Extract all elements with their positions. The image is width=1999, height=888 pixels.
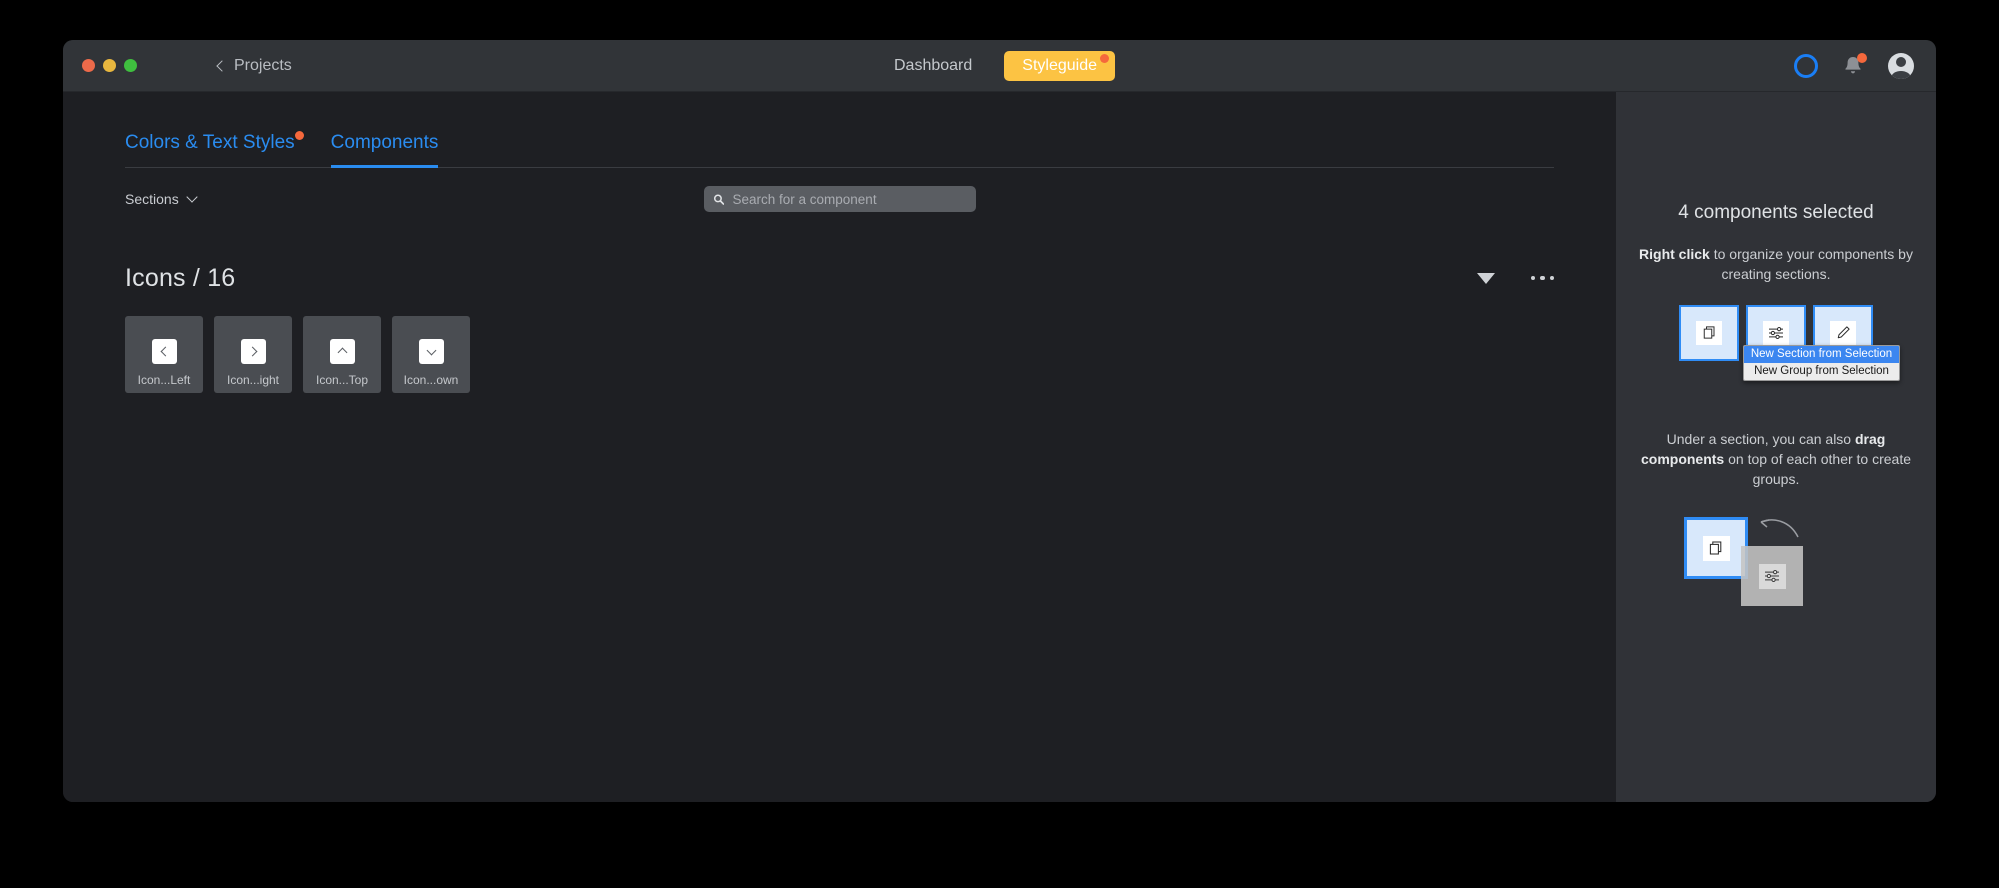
search-input[interactable]	[732, 191, 967, 207]
sidebar-tip-groups-rest: on top of each other to create groups.	[1724, 450, 1912, 488]
component-card-label: Icon...ight	[226, 373, 280, 387]
window-body: Colors & Text Styles Components Sections	[63, 92, 1936, 802]
groups-illustration	[1616, 511, 1936, 621]
content-toolbar: Sections	[125, 168, 1554, 230]
tab-colors-and-text-styles[interactable]: Colors & Text Styles	[125, 131, 304, 167]
selection-count-title: 4 components selected	[1678, 202, 1874, 223]
chevron-right-icon	[240, 339, 266, 364]
notification-dot-icon	[1857, 53, 1867, 63]
triangle-down-icon[interactable]	[1476, 272, 1495, 284]
context-menu: New Section from Selection New Group fro…	[1743, 344, 1900, 381]
sidebar-tip-groups: Under a section, you can also drag compo…	[1638, 429, 1914, 490]
illustration-drop-target-card	[1684, 517, 1748, 580]
nav-tab-styleguide[interactable]: Styleguide	[1004, 51, 1115, 81]
component-card-label: Icon...Left	[137, 373, 191, 387]
layers-icon	[1702, 535, 1730, 561]
title-bar: Projects Dashboard Styleguide	[63, 40, 1936, 92]
sliders-icon	[1758, 563, 1786, 589]
tab-components-label: Components	[330, 132, 439, 153]
sections-illustration: New Section from Selection New Group fro…	[1616, 304, 1936, 383]
chevron-up-icon	[329, 339, 355, 364]
component-card-label: Icon...own	[403, 373, 459, 387]
section-title: Icons / 16	[125, 263, 236, 292]
section-actions	[1476, 272, 1554, 284]
context-menu-item-new-group[interactable]: New Group from Selection	[1744, 363, 1899, 380]
drag-arrow-icon	[1760, 519, 1799, 538]
illustration-dragged-card	[1741, 546, 1803, 607]
sections-dropdown[interactable]: Sections	[125, 191, 198, 207]
sliders-icon	[1763, 320, 1789, 345]
right-sidebar: 4 components selected Right click to org…	[1616, 92, 1936, 802]
sections-label: Sections	[125, 191, 179, 207]
main-content-pane: Colors & Text Styles Components Sections	[63, 92, 1616, 802]
notification-dot-icon	[294, 131, 304, 140]
window-nav-tabs: Dashboard Styleguide	[63, 40, 1936, 92]
context-menu-item-new-section[interactable]: New Section from Selection	[1744, 345, 1899, 363]
nav-tab-dashboard[interactable]: Dashboard	[884, 51, 982, 81]
component-card-grid: Icon...Left Icon...ight Icon...Top Icon.…	[125, 316, 1554, 393]
sync-ring-icon[interactable]	[1794, 54, 1818, 78]
notification-dot-icon	[1100, 54, 1109, 63]
sidebar-tip-sections: Right click to organize your components …	[1638, 244, 1914, 285]
search-box[interactable]	[703, 186, 976, 212]
component-card[interactable]: Icon...Left	[125, 316, 203, 393]
tab-colors-label: Colors & Text Styles	[125, 132, 295, 153]
app-window: Projects Dashboard Styleguide Colors & T…	[63, 40, 1936, 802]
layers-icon	[1696, 320, 1722, 345]
chevron-down-icon	[418, 339, 444, 364]
content-tabs: Colors & Text Styles Components	[125, 92, 1554, 168]
titlebar-actions	[1794, 40, 1914, 92]
sidebar-tip-sections-bold: Right click	[1639, 246, 1710, 262]
component-card-label: Icon...Top	[315, 373, 369, 387]
sidebar-tip-sections-rest: to organize your components by creating …	[1709, 246, 1913, 283]
illustration-card-layers	[1679, 304, 1739, 361]
avatar[interactable]	[1888, 53, 1914, 79]
component-card[interactable]: Icon...own	[392, 316, 470, 393]
sidebar-tip-groups-lead: Under a section, you can also	[1666, 430, 1855, 447]
component-card[interactable]: Icon...Top	[303, 316, 381, 393]
component-card[interactable]: Icon...ight	[214, 316, 292, 393]
avatar-head	[1896, 57, 1906, 67]
ellipsis-icon[interactable]	[1530, 275, 1554, 281]
bell-icon[interactable]	[1841, 53, 1867, 78]
pencil-icon	[1830, 320, 1856, 345]
chevron-left-icon	[151, 339, 177, 364]
search-icon	[713, 193, 724, 205]
chevron-down-icon	[186, 191, 198, 203]
tab-components[interactable]: Components	[330, 132, 439, 168]
section-header: Icons / 16	[125, 258, 1554, 298]
nav-tab-styleguide-label: Styleguide	[1022, 57, 1097, 74]
avatar-body	[1891, 71, 1911, 79]
